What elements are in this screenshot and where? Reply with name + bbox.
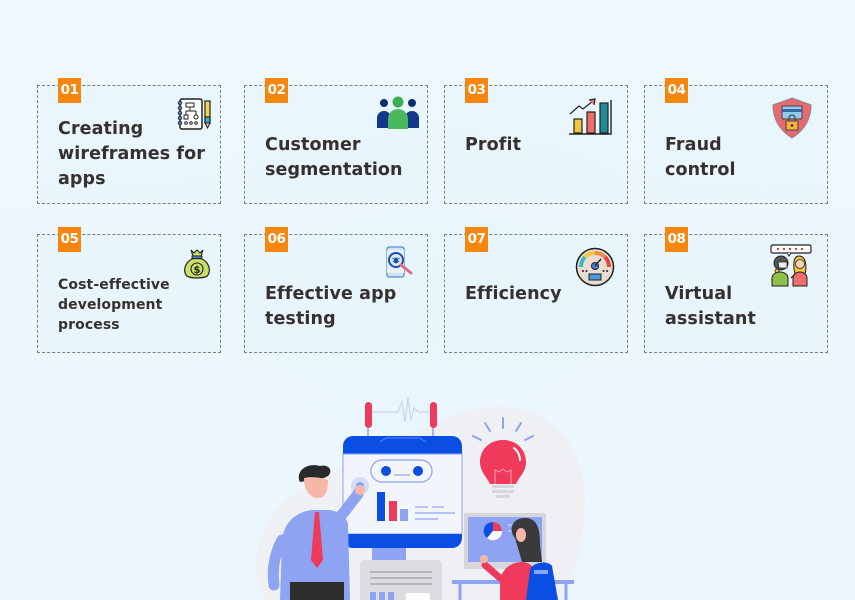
title-line: control bbox=[665, 160, 736, 180]
card-title: Fraud control bbox=[665, 133, 736, 183]
card-cost-effective-development: 05 Cost-effective development process $ bbox=[37, 227, 221, 353]
money-bag-icon: $ bbox=[184, 249, 210, 279]
svg-text:$: $ bbox=[194, 265, 201, 276]
card-virtual-assistant: 08 Virtual assistant bbox=[644, 227, 828, 353]
card-title: Virtual assistant bbox=[665, 282, 756, 332]
title-line: Effective app bbox=[265, 284, 397, 304]
shield-lock-icon bbox=[772, 97, 812, 139]
screen-bar-3 bbox=[400, 509, 408, 521]
card-customer-segmentation: 02 Customer segmentation bbox=[244, 78, 428, 204]
card-title: Customer segmentation bbox=[265, 133, 403, 183]
card-title: Cost-effective development process bbox=[58, 275, 170, 335]
customer-group-icon bbox=[377, 96, 419, 129]
card-number-badge: 03 bbox=[465, 78, 488, 103]
title-line: segmentation bbox=[265, 160, 403, 180]
card-number-badge: 08 bbox=[665, 227, 688, 252]
app-testing-icon bbox=[386, 246, 413, 278]
screen-bar-1 bbox=[377, 492, 385, 521]
virtual-assistant-icon bbox=[770, 244, 812, 287]
monitor-top-bar bbox=[343, 436, 462, 454]
card-fraud-control: 04 Fraud control bbox=[644, 78, 828, 204]
title-line: Efficiency bbox=[465, 284, 562, 304]
wireframe-notebook-icon bbox=[177, 98, 211, 130]
title-line: assistant bbox=[665, 309, 756, 329]
title-line: Profit bbox=[465, 135, 522, 155]
card-number-badge: 02 bbox=[265, 78, 288, 103]
card-title: Profit bbox=[465, 133, 521, 158]
profit-chart-icon bbox=[569, 98, 612, 135]
ai-presentation-illustration bbox=[256, 397, 585, 600]
card-title: Efficiency bbox=[465, 282, 562, 307]
title-line: testing bbox=[265, 309, 336, 329]
screen-bar-2 bbox=[389, 501, 397, 521]
title-line: Virtual bbox=[665, 284, 733, 304]
card-efficiency: 07 Efficiency bbox=[444, 227, 628, 353]
title-line: development bbox=[58, 297, 163, 313]
speedometer-icon bbox=[575, 247, 615, 287]
title-line: wireframes for bbox=[58, 144, 205, 164]
title-line: process bbox=[58, 317, 120, 333]
antenna-right bbox=[430, 402, 437, 428]
signal-wave bbox=[370, 397, 433, 423]
antenna-left bbox=[365, 402, 372, 428]
card-number-badge: 01 bbox=[58, 78, 81, 103]
card-title: Effective app testing bbox=[265, 282, 396, 332]
title-line: apps bbox=[58, 169, 106, 189]
card-creating-wireframes: 01 Creating wireframes for apps bbox=[37, 78, 221, 204]
card-number-badge: 06 bbox=[265, 227, 288, 252]
card-effective-app-testing: 06 Effective app testing bbox=[244, 227, 428, 353]
card-number-badge: 05 bbox=[58, 227, 81, 252]
title-line: Fraud bbox=[665, 135, 722, 155]
title-line: Customer bbox=[265, 135, 361, 155]
card-profit: 03 Profit bbox=[444, 78, 628, 204]
card-number-badge: 07 bbox=[465, 227, 488, 252]
title-line: Cost-effective bbox=[58, 277, 170, 293]
card-number-badge: 04 bbox=[665, 78, 688, 103]
monitor-bottom-bar bbox=[343, 534, 462, 548]
